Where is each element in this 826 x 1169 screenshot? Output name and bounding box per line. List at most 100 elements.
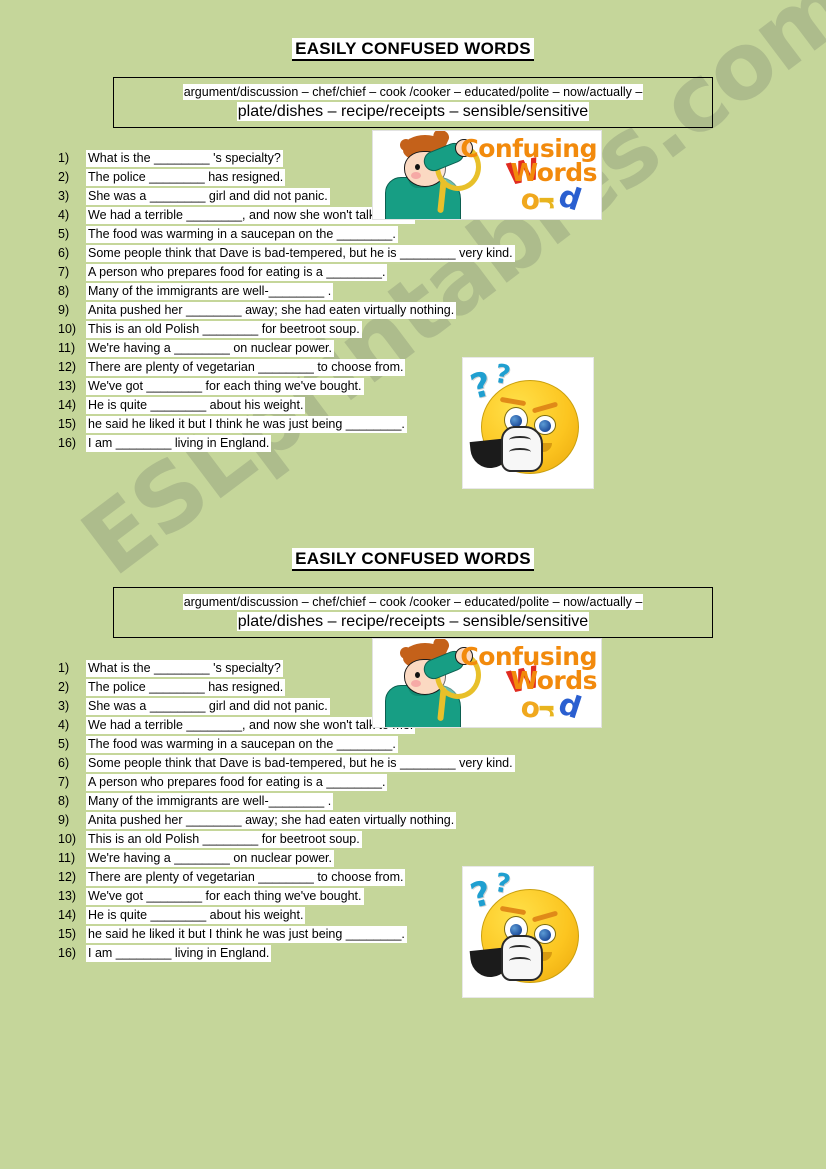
banner-line-2: Words	[510, 157, 598, 187]
question-number: 5)	[58, 227, 70, 242]
question-text: I am ________ living in England.	[86, 945, 272, 963]
question-text: A person who prepares food for eating is…	[86, 264, 388, 282]
question-row: 14) He is quite ________ about his weight…	[58, 907, 826, 925]
question-text: He is quite ________ about his weight.	[86, 907, 306, 925]
question-number: 7)	[58, 265, 70, 280]
question-text: Some people think that Dave is bad-tempe…	[86, 245, 515, 263]
question-number: 1)	[58, 661, 70, 676]
question-row: 10) This is an old Polish ________ for be…	[58, 831, 826, 849]
question-text: She was a ________ girl and did not pani…	[86, 188, 330, 206]
question-text: We had a terrible ________, and now she …	[86, 717, 416, 735]
word-bank-line-2-wrap: plate/dishes – recipe/receipts – sensibl…	[120, 103, 706, 121]
question-number: 7)	[58, 775, 70, 790]
word-bank-box: argument/discussion – chef/chief – cook …	[113, 76, 713, 129]
question-row: 7) A person who prepares food for eating …	[58, 264, 826, 282]
question-text: We had a terrible ________, and now she …	[86, 207, 416, 225]
question-text: We're having a ________ on nuclear power…	[86, 340, 334, 358]
question-text: There are plenty of vegetarian ________ …	[86, 359, 406, 377]
worksheet-section-1: EASILY CONFUSED WORDS argument/discussio…	[0, 0, 826, 454]
question-row: 16) I am ________ living in England.	[58, 435, 826, 453]
word-bank-box: argument/discussion – chef/chief – cook …	[113, 586, 713, 639]
question-text: Some people think that Dave is bad-tempe…	[86, 755, 515, 773]
word-bank-line-1: argument/discussion – chef/chief – cook …	[183, 594, 643, 609]
question-text: A person who prepares food for eating is…	[86, 774, 388, 792]
question-text: There are plenty of vegetarian ________ …	[86, 869, 406, 887]
question-number: 4)	[58, 718, 70, 733]
emoji-hand	[501, 935, 543, 981]
boy-eye	[415, 672, 420, 678]
question-number: 15)	[58, 927, 77, 942]
boy-cheek	[411, 172, 421, 179]
question-number: 6)	[58, 756, 70, 771]
question-row: 6) Some people think that Dave is bad-tem…	[58, 245, 826, 263]
question-row: 7) A person who prepares food for eating …	[58, 774, 826, 792]
emoji-eyebrow	[499, 396, 527, 407]
question-number: 10)	[58, 322, 77, 337]
question-row: 13) We've got ________ for each thing we'…	[58, 888, 826, 906]
question-number: 3)	[58, 189, 70, 204]
confusing-words-banner-image: W o r d Confusing Words	[372, 130, 602, 220]
confusing-words-title: Confusing Words	[460, 642, 597, 692]
question-row: 5) The food was warming in a saucepan on …	[58, 226, 826, 244]
word-bank-line-1: argument/discussion – chef/chief – cook …	[183, 84, 643, 99]
question-row: 9) Anita pushed her ________ away; she ha…	[58, 812, 826, 830]
question-row: 11) We're having a ________ on nuclear po…	[58, 340, 826, 358]
emoji-eyebrow	[531, 401, 559, 414]
question-number: 2)	[58, 680, 70, 695]
question-row: 15) he said he liked it but I think he wa…	[58, 416, 826, 434]
emoji-hand	[501, 426, 543, 472]
question-row: 11) We're having a ________ on nuclear po…	[58, 850, 826, 868]
question-row: 16) I am ________ living in England.	[58, 945, 826, 963]
question-text: What is the ________ 's specialty?	[86, 660, 283, 678]
question-text: he said he liked it but I think he was j…	[86, 926, 407, 944]
title-container: EASILY CONFUSED WORDS	[0, 0, 826, 61]
question-number: 3)	[58, 699, 70, 714]
page-title: EASILY CONFUSED WORDS	[292, 38, 534, 61]
question-number: 11)	[58, 851, 76, 866]
question-number: 16)	[58, 946, 77, 961]
boy-cheek	[411, 680, 421, 687]
question-row: 5) The food was warming in a saucepan on …	[58, 736, 826, 754]
confused-emoji-image: ? ?	[462, 357, 594, 489]
question-text: Many of the immigrants are well-________…	[86, 793, 334, 811]
word-bank-line-2: plate/dishes – recipe/receipts – sensibl…	[237, 103, 589, 121]
question-number: 8)	[58, 794, 70, 809]
confused-emoji-image: ? ?	[462, 866, 594, 998]
question-text: We're having a ________ on nuclear power…	[86, 850, 334, 868]
question-number: 10)	[58, 832, 77, 847]
question-number: 13)	[58, 379, 77, 394]
emoji-pupil	[539, 420, 551, 432]
question-text: Anita pushed her ________ away; she had …	[86, 302, 457, 320]
question-number: 1)	[58, 151, 70, 166]
question-row: 15) he said he liked it but I think he wa…	[58, 926, 826, 944]
question-number: 9)	[58, 813, 70, 828]
question-number: 4)	[58, 208, 70, 223]
question-text: I am ________ living in England.	[86, 435, 272, 453]
question-number: 14)	[58, 398, 77, 413]
question-number: 8)	[58, 284, 70, 299]
question-text: Many of the immigrants are well-________…	[86, 283, 334, 301]
question-text: The food was warming in a saucepan on th…	[86, 736, 398, 754]
question-number: 14)	[58, 908, 77, 923]
question-number: 2)	[58, 170, 70, 185]
question-text: He is quite ________ about his weight.	[86, 397, 306, 415]
question-text: We've got ________ for each thing we've …	[86, 378, 364, 396]
question-number: 5)	[58, 737, 70, 752]
question-number: 6)	[58, 246, 70, 261]
question-number: 12)	[58, 360, 77, 375]
confusing-words-title: Confusing Words	[460, 134, 598, 187]
question-text: This is an old Polish ________ for beetr…	[86, 831, 362, 849]
emoji-eyebrow	[531, 910, 559, 923]
page-title: EASILY CONFUSED WORDS	[292, 548, 534, 571]
question-row: 12) There are plenty of vegetarian ______…	[58, 359, 826, 377]
banner-line-1: Confusing	[460, 134, 597, 163]
question-text: The police ________ has resigned.	[86, 169, 286, 187]
question-text: Anita pushed her ________ away; she had …	[86, 812, 457, 830]
question-text: This is an old Polish ________ for beetr…	[86, 321, 362, 339]
question-text: he said he liked it but I think he was j…	[86, 416, 407, 434]
question-number: 12)	[58, 870, 77, 885]
banner-line-1: Confusing	[460, 642, 597, 671]
boy-eye	[415, 164, 420, 170]
emoji-pupil	[539, 929, 551, 941]
question-text: What is the ________ 's specialty?	[86, 150, 283, 168]
